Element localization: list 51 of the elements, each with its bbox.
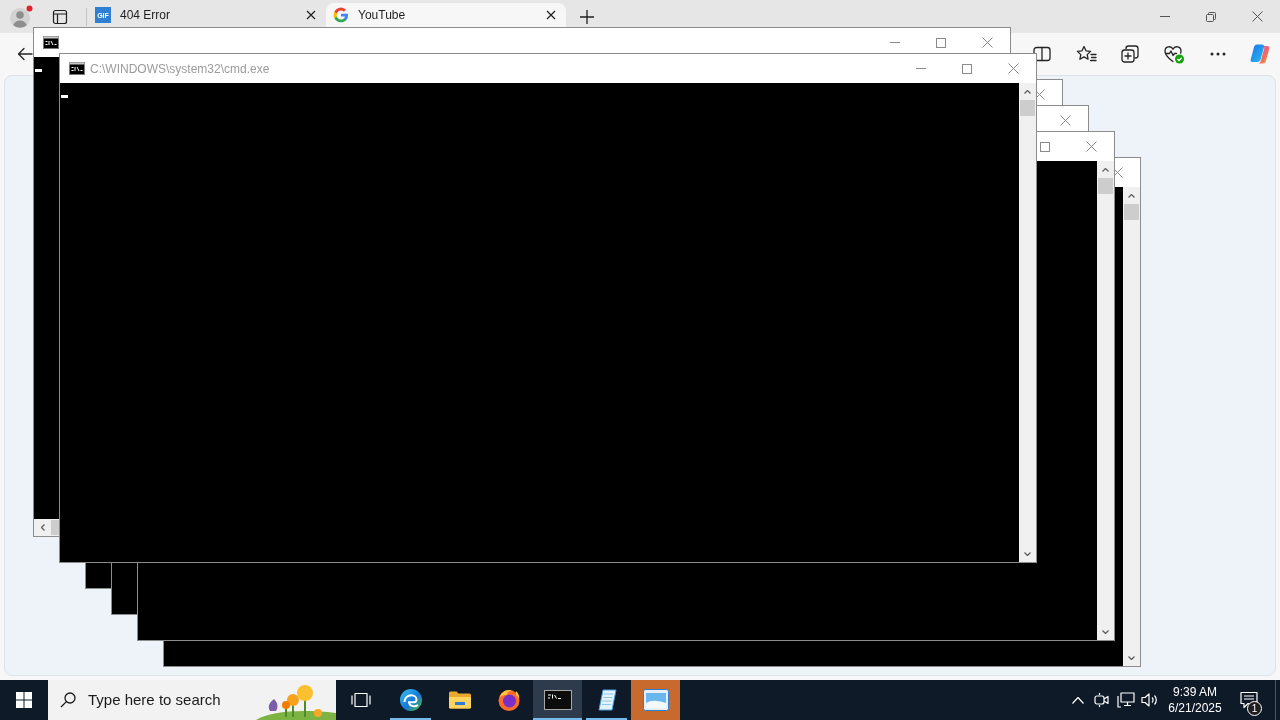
heart-pulse-check-icon[interactable]: [1163, 44, 1185, 64]
more-options-icon[interactable]: [1210, 52, 1226, 56]
scrollbar-thumb[interactable]: [1020, 100, 1035, 116]
vertical-scrollbar[interactable]: [1097, 161, 1114, 640]
window-picture-icon: [642, 689, 669, 711]
close-icon[interactable]: [306, 10, 316, 20]
speaker-icon[interactable]: [1141, 692, 1159, 708]
scrollbar-thumb[interactable]: [1098, 178, 1113, 194]
favorites-star-icon[interactable]: [1075, 45, 1097, 63]
g-letter-icon: [333, 7, 349, 23]
running-indicator: [390, 718, 431, 720]
back-arrow-icon[interactable]: [17, 46, 33, 62]
vertical-scrollbar[interactable]: [1019, 83, 1036, 562]
running-indicator: [586, 718, 627, 720]
fox-globe-icon: [496, 688, 521, 712]
scrollbar-thumb[interactable]: [1124, 204, 1139, 220]
restore-icon[interactable]: [1206, 11, 1216, 22]
taskbar-app-button[interactable]: [533, 680, 582, 720]
chevron-up-icon[interactable]: [1072, 696, 1084, 704]
notepad-icon: [595, 688, 618, 712]
camera-icon[interactable]: [1094, 692, 1110, 708]
gradient-logo-icon[interactable]: [1249, 43, 1271, 65]
close-icon[interactable]: [1251, 11, 1263, 22]
collections-icon[interactable]: [1120, 44, 1140, 64]
wave-logo-icon: [398, 688, 423, 712]
folder-icon: [447, 690, 472, 710]
windows-logo-icon[interactable]: [16, 692, 32, 708]
maximize-icon[interactable]: [936, 37, 946, 48]
close-icon[interactable]: [546, 10, 556, 20]
task-view-icon[interactable]: [351, 692, 371, 708]
window-title: C:\WINDOWS\system32\cmd.exe: [90, 60, 270, 78]
console-icon: [69, 62, 85, 75]
new-tab-plus-icon[interactable]: [580, 9, 594, 24]
split-screen-icon[interactable]: [1033, 46, 1051, 62]
search-icon: [60, 692, 76, 708]
maximize-icon[interactable]: [1040, 141, 1050, 152]
tab-actions-icon[interactable]: [52, 8, 68, 25]
console-icon: [543, 690, 572, 710]
maximize-icon[interactable]: [962, 63, 972, 74]
network-monitor-icon[interactable]: [1117, 692, 1135, 708]
search-input[interactable]: Type here to search: [88, 688, 238, 712]
clock-time[interactable]: 9:39 AM: [1173, 684, 1217, 700]
search-field[interactable]: Type here to search: [48, 680, 336, 720]
vertical-scrollbar[interactable]: [1123, 187, 1140, 666]
console-icon: [43, 36, 59, 49]
scrollbar-thumb[interactable]: [51, 520, 59, 535]
clock-date[interactable]: 6/21/2025: [1168, 700, 1222, 716]
browser-tab[interactable]: YouTube: [326, 3, 566, 27]
running-indicator: [533, 718, 582, 720]
profile-avatar-icon[interactable]: [9, 4, 35, 29]
notification-count: 1: [1247, 701, 1262, 716]
